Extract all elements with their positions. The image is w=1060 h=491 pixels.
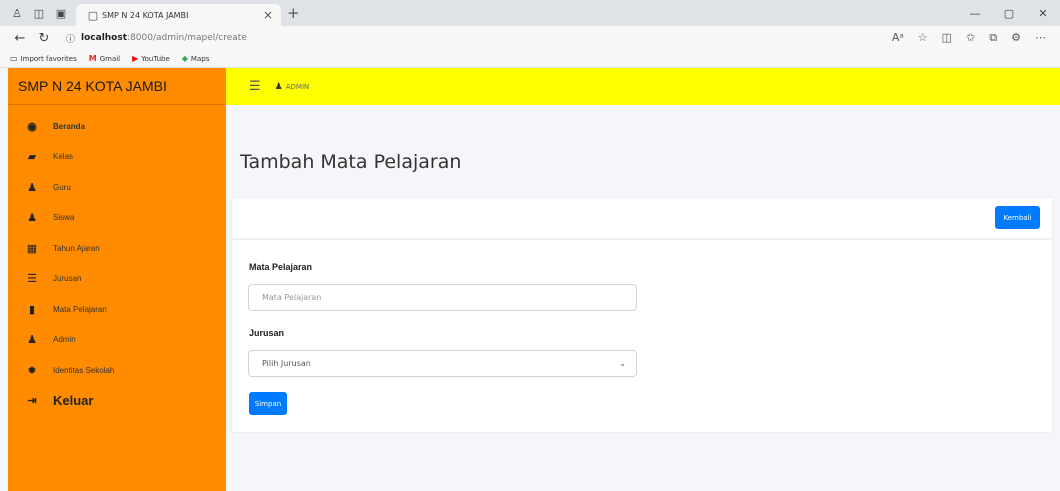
admin-link[interactable]: ♟ ADMIN [275,82,310,92]
top-navbar: ☰ ♟ ADMIN [226,68,1060,105]
mapel-input[interactable]: Mata Pelajaran [248,284,637,311]
sidebar-item-tahun-ajaran[interactable]: ▦ Tahun Ajaran [8,233,226,264]
sidebar-item-admin[interactable]: ♟ Admin [8,325,226,356]
form-card: Mata Pelajaran Mata Pelajaran Jurusan Pi… [232,240,1052,432]
list-icon: ☰ [27,273,37,286]
refresh-icon[interactable]: ↻ [32,31,56,46]
folder-icon: ▭ [10,54,18,63]
sidebar-item-kelas[interactable]: ▰ Kelas [8,142,226,173]
user-icon: ♟ [27,334,37,347]
save-button[interactable]: Simpan [249,392,287,415]
dashboard-icon: ◉ [27,120,37,133]
split-screen-icon[interactable]: ◫ [942,31,952,45]
url-field[interactable]: ⓘ localhost:8000/admin/mapel/create [56,32,892,45]
user-icon: ♟ [27,212,37,225]
sidebar-brand[interactable]: SMP N 24 KOTA JAMBI [8,68,226,105]
gear-icon: ✹ [27,364,37,377]
class-icon: ▰ [27,151,37,164]
bookmark-youtube[interactable]: ▶ YouTube [132,54,170,63]
bookmark-maps[interactable]: ◆ Maps [182,54,210,63]
address-bar: ← ↻ ⓘ localhost:8000/admin/mapel/create … [0,26,1060,50]
youtube-icon: ▶ [132,54,139,63]
favorite-star-icon[interactable]: ☆ [918,31,928,45]
url-path: :8000/admin/mapel/create [127,33,247,43]
sidebar-item-beranda[interactable]: ◉ Beranda [8,111,226,142]
sidebar-item-keluar[interactable]: ⇥ Keluar [8,386,226,417]
profile-icon[interactable]: ♙ [8,4,26,22]
bookmarks-bar: ▭ Import favorites M Gmail ▶ YouTube ◆ Maps [0,50,1060,68]
bookmark-gmail[interactable]: M Gmail [89,54,120,63]
sidebar-item-siswa[interactable]: ♟ Siswa [8,203,226,234]
sidebar-item-identitas-sekolah[interactable]: ✹ Identitas Sekolah [8,355,226,386]
mapel-label: Mata Pelajaran [249,262,313,272]
back-icon[interactable]: ← [8,31,32,46]
sidebar-item-jurusan[interactable]: ☰ Jurusan [8,264,226,295]
browser-tab[interactable]: ▢ SMP N 24 KOTA JAMBI × [76,4,281,26]
sidebar: ◉ Beranda ▰ Kelas ♟ Guru ♟ Siswa ▦ Tahun Ajar… [8,105,226,491]
sidebar-item-guru[interactable]: ♟ Guru [8,172,226,203]
jurusan-select[interactable]: Pilih Jurusan ⌄ [248,350,637,377]
favorites-icon[interactable]: ✩ [966,31,975,45]
jurusan-selected-value: Pilih Jurusan [262,359,311,368]
info-icon[interactable]: ⓘ [66,32,75,45]
logout-icon: ⇥ [27,395,37,408]
maximize-icon[interactable]: ▢ [992,7,1026,20]
tab-actions-icon[interactable]: ▣ [52,4,70,22]
sidebar-item-mata-pelajaran[interactable]: ▮ Mata Pelajaran [8,294,226,325]
user-icon: ♟ [274,81,283,92]
jurusan-label: Jurusan [249,328,285,338]
close-window-icon[interactable]: ✕ [1026,7,1060,20]
maps-icon: ◆ [181,54,188,63]
workspaces-icon[interactable]: ◫ [30,4,48,22]
minimize-icon[interactable]: — [958,7,992,20]
bookmark-import[interactable]: ▭ Import favorites [10,54,77,63]
page-title: Tambah Mata Pelajaran [240,151,462,173]
read-aloud-icon[interactable]: Aᵃ [892,31,904,45]
chevron-down-icon: ⌄ [619,359,626,368]
tab-title: SMP N 24 KOTA JAMBI [102,10,189,20]
page-icon: ▢ [87,8,99,22]
book-icon: ▮ [28,303,36,316]
user-icon: ♟ [27,181,37,194]
url-host: localhost [81,33,128,43]
extensions-icon[interactable]: ⚙ [1011,31,1021,45]
hamburger-icon[interactable]: ☰ [249,79,261,94]
close-tab-icon[interactable]: × [263,8,273,22]
new-tab-icon[interactable]: + [287,4,300,22]
more-icon[interactable]: ⋯ [1035,31,1046,45]
action-card: Kembali [232,198,1052,238]
gmail-icon: M [88,54,97,63]
collections-icon[interactable]: ⧉ [989,31,997,45]
back-button[interactable]: Kembali [995,206,1040,229]
browser-tab-bar: ♙ ◫ ▣ ▢ SMP N 24 KOTA JAMBI × + — ▢ ✕ [0,0,1060,26]
calendar-icon: ▦ [26,242,38,255]
